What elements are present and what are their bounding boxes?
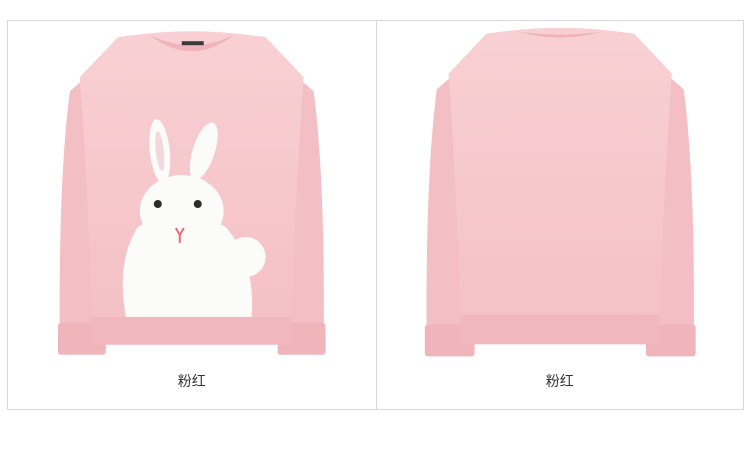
- rabbit-sweater-front-image[interactable]: [8, 21, 376, 371]
- color-caption: 粉红: [545, 374, 574, 390]
- color-swatch-card-back[interactable]: 粉红: [375, 21, 744, 409]
- product-color-gallery: 粉红 粉红: [7, 20, 744, 410]
- color-swatch-card-front[interactable]: 粉红: [8, 21, 376, 409]
- sweater-back-image[interactable]: [377, 21, 744, 371]
- color-caption: 粉红: [177, 374, 206, 390]
